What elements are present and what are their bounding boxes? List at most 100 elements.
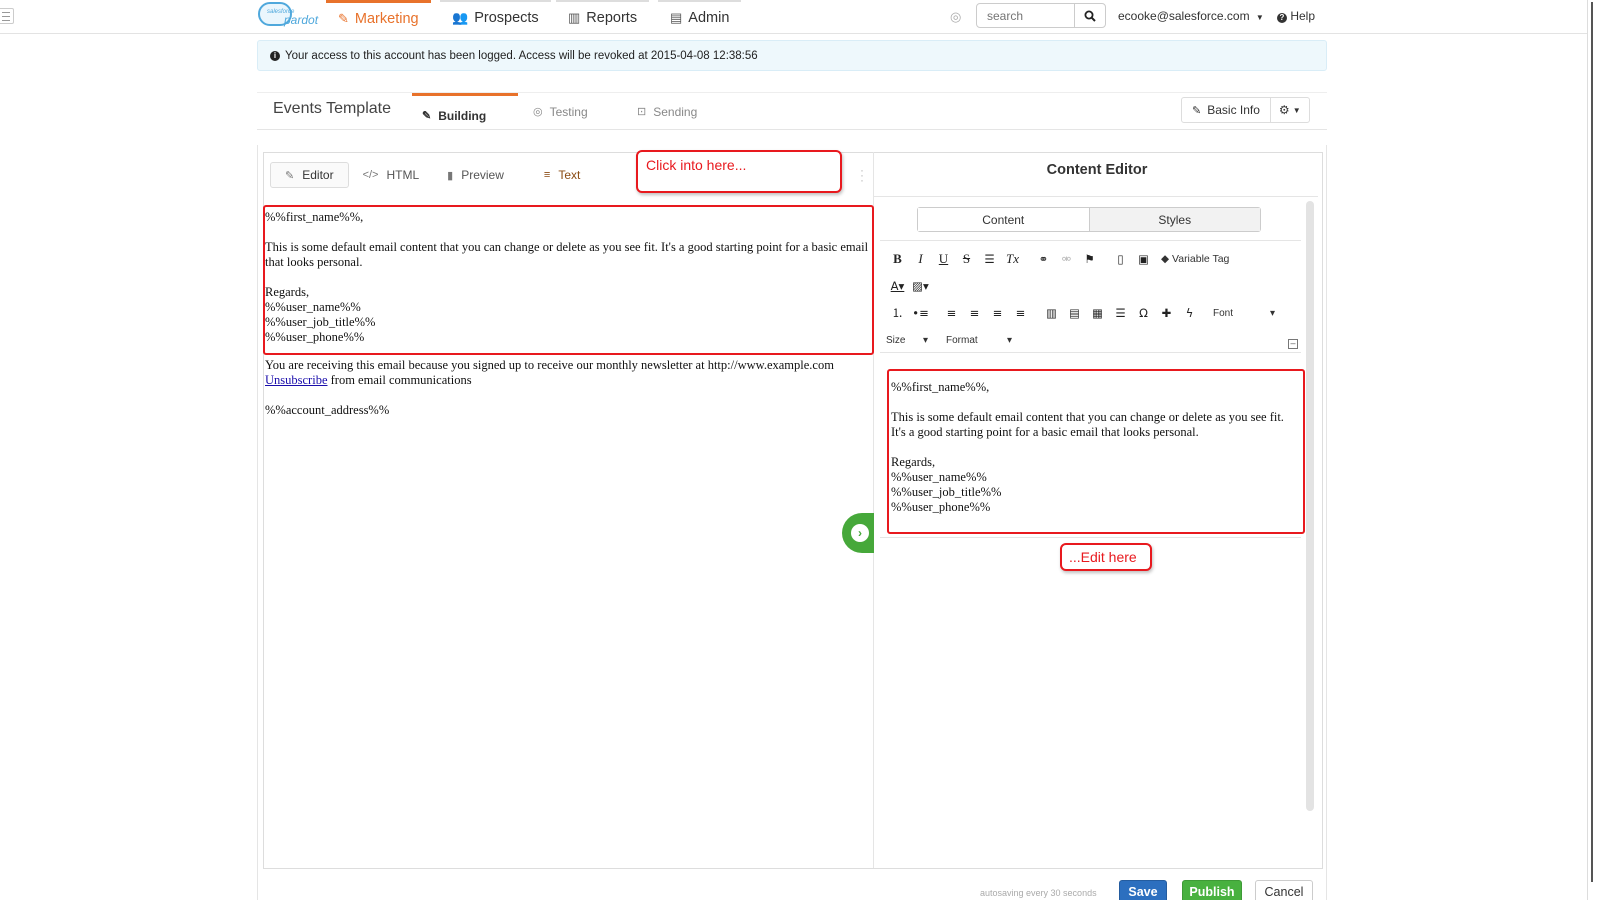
stage-testing[interactable]: ◎ Testing bbox=[533, 93, 588, 130]
strikethrough-icon[interactable]: S bbox=[955, 251, 978, 267]
background-color-icon[interactable]: ▨▾ bbox=[909, 279, 932, 293]
tab-preview[interactable]: ▮ Preview bbox=[433, 162, 518, 188]
lightning-icon[interactable]: ϟ bbox=[1178, 306, 1201, 320]
size-select[interactable]: Size ▾ bbox=[886, 335, 932, 346]
tab-html[interactable]: </> HTML bbox=[349, 162, 434, 188]
link-icon[interactable]: ⚭ bbox=[1032, 252, 1055, 266]
help-link[interactable]: ? Help bbox=[1277, 9, 1315, 23]
divider bbox=[874, 196, 1318, 197]
table-icon[interactable]: ▦ bbox=[1086, 306, 1109, 320]
bold-icon[interactable]: B bbox=[886, 251, 909, 267]
autosave-status: autosaving every 30 seconds bbox=[980, 888, 1097, 898]
cancel-button[interactable]: Cancel bbox=[1255, 880, 1313, 900]
tag-icon: ◆ bbox=[1161, 253, 1170, 265]
expand-panel-button[interactable]: › bbox=[842, 513, 874, 553]
add-icon[interactable]: ✚ bbox=[1155, 306, 1178, 320]
nav-tab-marketing[interactable]: ✎ Marketing bbox=[326, 0, 431, 34]
remove-format-icon[interactable]: Tx bbox=[1001, 251, 1024, 267]
caret-down-icon: ▾ bbox=[1269, 307, 1275, 319]
content-line bbox=[265, 388, 870, 403]
info-icon: i bbox=[270, 50, 280, 61]
tab-content[interactable]: Content bbox=[918, 208, 1090, 231]
align-left-icon[interactable]: ≡ bbox=[940, 306, 963, 320]
divider bbox=[880, 537, 1301, 538]
unsubscribe-line: Unsubscribe from email communications bbox=[265, 373, 472, 387]
top-nav: salesforce pardot ✎ Marketing 👥 Prospect… bbox=[0, 0, 1600, 34]
flag-icon[interactable]: ⚑ bbox=[1078, 252, 1101, 266]
align-right-icon[interactable]: ≡ bbox=[986, 306, 1009, 320]
content-editor-scrollbar[interactable] bbox=[1306, 201, 1314, 811]
bar-chart-icon: ▥ bbox=[568, 10, 581, 25]
briefcase-icon: ▤ bbox=[670, 10, 683, 25]
document-icon[interactable]: ▯ bbox=[1109, 252, 1132, 266]
template-header: Events Template ✎ Building ◎ Testing ⊡ S… bbox=[257, 92, 1327, 130]
nav-tab-reports[interactable]: ▥ Reports bbox=[556, 0, 650, 34]
window-edge bbox=[1587, 0, 1600, 900]
caret-down-icon: ▾ bbox=[1006, 334, 1012, 346]
users-icon: 👥 bbox=[452, 10, 469, 25]
unsubscribe-link[interactable]: Unsubscribe bbox=[265, 373, 328, 387]
outer-border bbox=[1326, 145, 1327, 900]
menu-icon[interactable] bbox=[0, 8, 14, 24]
hr-icon[interactable]: ☰ bbox=[1109, 306, 1132, 320]
user-menu[interactable]: ecooke@salesforce.com ▼ bbox=[1118, 9, 1264, 23]
caret-down-icon: ▾ bbox=[922, 334, 928, 346]
align-justify-icon[interactable]: ≡ bbox=[1009, 306, 1032, 320]
question-circle-icon: ? bbox=[1277, 13, 1287, 23]
settings-dropdown[interactable]: ⚙ ▼ bbox=[1271, 98, 1309, 122]
image-icon[interactable]: ▣ bbox=[1132, 252, 1155, 266]
gear-icon: ⚙ bbox=[1278, 103, 1290, 117]
variable-tag-button[interactable]: ◆ Variable Tag bbox=[1161, 253, 1229, 265]
target-icon: ◎ bbox=[533, 106, 543, 118]
italic-icon[interactable]: I bbox=[909, 251, 932, 267]
account-address: %%account_address%% bbox=[265, 403, 390, 417]
annotation-highlight-box bbox=[887, 369, 1305, 534]
horizontal-rule-icon[interactable]: ☰ bbox=[978, 252, 1001, 266]
align-center-icon[interactable]: ≡ bbox=[963, 306, 986, 320]
logo-wordmark: pardot bbox=[284, 13, 319, 27]
underline-icon[interactable]: U bbox=[932, 251, 955, 267]
collapse-toolbar-icon[interactable]: – bbox=[1288, 339, 1298, 349]
stage-sending[interactable]: ⊡ Sending bbox=[637, 93, 697, 130]
template-title: Events Template bbox=[273, 100, 391, 117]
caret-down-icon: ▼ bbox=[1255, 13, 1264, 22]
nav-tab-prospects[interactable]: 👥 Prospects bbox=[440, 0, 551, 34]
toolbar-row-3: ⒈ •≡ ≡ ≡ ≡ ≡ ▥ ▤ ▦ ☰ Ω ✚ ϟ Font ▾ bbox=[886, 304, 1279, 322]
save-button[interactable]: Save bbox=[1119, 880, 1167, 900]
unlink-icon[interactable]: ⚮ bbox=[1055, 252, 1078, 266]
edit-icon: ✎ bbox=[285, 169, 295, 182]
search-button[interactable] bbox=[1075, 4, 1105, 27]
basic-info-button[interactable]: ✎ Basic Info bbox=[1182, 98, 1271, 122]
paste-icon[interactable]: ▥ bbox=[1040, 306, 1063, 320]
numbered-list-icon[interactable]: ⒈ bbox=[886, 305, 909, 321]
editor-tabs: ✎ Editor </> HTML ▮ Preview ≡ Text bbox=[270, 162, 594, 188]
text-color-icon[interactable]: A▾ bbox=[886, 279, 909, 293]
bulleted-list-icon[interactable]: •≡ bbox=[909, 306, 932, 320]
format-select[interactable]: Format ▾ bbox=[942, 335, 1016, 346]
align-left-icon: ≡ bbox=[543, 169, 551, 181]
footer-text: You are receiving this email because you… bbox=[265, 358, 834, 372]
stage-building[interactable]: ✎ Building bbox=[412, 93, 518, 130]
caret-down-icon: ▼ bbox=[1292, 105, 1301, 115]
tab-editor[interactable]: ✎ Editor bbox=[270, 162, 349, 188]
omega-icon[interactable]: Ω bbox=[1132, 306, 1155, 320]
publish-button[interactable]: Publish bbox=[1182, 880, 1242, 900]
tab-text[interactable]: ≡ Text bbox=[530, 162, 594, 188]
inbox-icon: ⊡ bbox=[637, 106, 647, 118]
edit-icon: ✎ bbox=[422, 110, 432, 122]
resize-handle-icon[interactable]: · · · bbox=[860, 164, 864, 186]
paste-text-icon[interactable]: ▤ bbox=[1063, 306, 1086, 320]
globe-icon[interactable]: ◎ bbox=[950, 9, 961, 25]
pardot-logo[interactable]: salesforce pardot bbox=[258, 2, 318, 30]
toolbar-row-2: A▾ ▨▾ bbox=[886, 277, 932, 295]
search-input[interactable] bbox=[977, 4, 1075, 27]
code-icon: </> bbox=[362, 169, 379, 181]
annotation-callout-click: Click into here... bbox=[636, 150, 842, 193]
pencil-icon: ✎ bbox=[1192, 104, 1202, 117]
font-select[interactable]: Font ▾ bbox=[1209, 308, 1279, 319]
access-logged-alert: i Your access to this account has been l… bbox=[257, 40, 1327, 71]
tab-styles[interactable]: Styles bbox=[1089, 208, 1260, 231]
window-edge-bar bbox=[1591, 2, 1593, 882]
basic-info-group: ✎ Basic Info ⚙ ▼ bbox=[1181, 97, 1310, 123]
nav-tab-admin[interactable]: ▤ Admin bbox=[658, 0, 742, 34]
